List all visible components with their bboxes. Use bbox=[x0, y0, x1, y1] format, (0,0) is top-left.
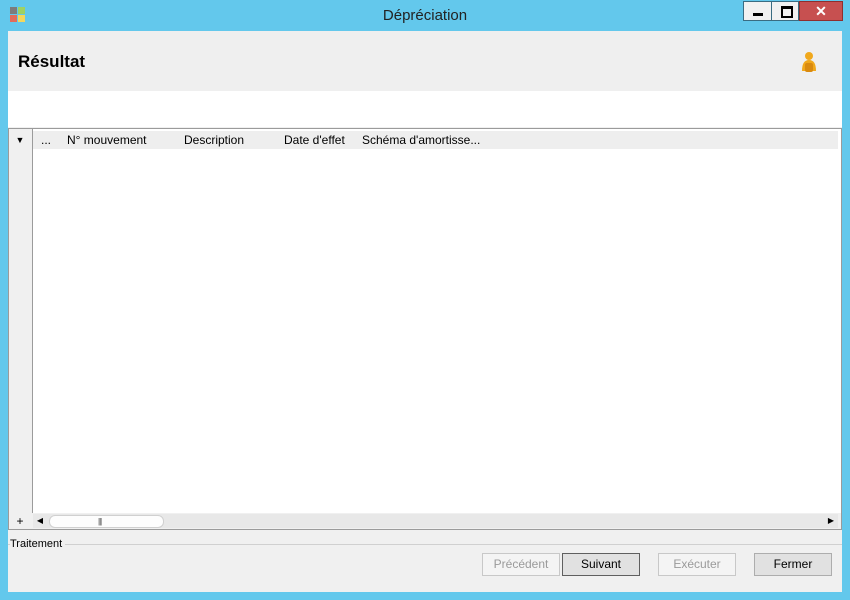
horizontal-scrollbar[interactable]: ◀ ||| ▶ bbox=[33, 514, 838, 528]
scroll-right-button[interactable]: ▶ bbox=[824, 514, 838, 528]
next-button[interactable]: Suivant bbox=[562, 553, 640, 576]
title-bar[interactable]: Dépréciation ✕ bbox=[0, 0, 850, 31]
close-icon: ✕ bbox=[815, 3, 827, 19]
minimize-icon bbox=[753, 13, 763, 16]
application-window: Dépréciation ✕ Résultat ▼ ... N° mouveme… bbox=[0, 0, 850, 600]
dropdown-triangle-icon: ▼ bbox=[15, 135, 25, 145]
group-divider bbox=[8, 544, 842, 545]
execute-button[interactable]: Exécuter bbox=[658, 553, 736, 576]
column-header-depreciation-schema[interactable]: Schéma d'amortisse... bbox=[362, 131, 480, 149]
column-header-movement-number[interactable]: N° mouvement bbox=[67, 131, 147, 149]
column-header-description[interactable]: Description bbox=[184, 131, 244, 149]
maximize-button[interactable] bbox=[771, 1, 799, 21]
window-title: Dépréciation bbox=[382, 7, 468, 24]
add-row-button[interactable]: + bbox=[10, 513, 30, 529]
group-label: Traitement bbox=[10, 538, 66, 551]
arrow-left-icon: ◀ bbox=[36, 516, 44, 525]
result-grid[interactable]: ▼ ... N° mouvement Description Date d'ef… bbox=[8, 128, 842, 530]
column-chooser-button[interactable]: ▼ bbox=[10, 132, 30, 148]
column-header-more[interactable]: ... bbox=[41, 131, 51, 149]
close-button[interactable]: Fermer bbox=[754, 553, 832, 576]
arrow-right-icon: ▶ bbox=[827, 516, 835, 525]
plus-icon: + bbox=[16, 514, 24, 528]
close-window-button[interactable]: ✕ bbox=[799, 1, 843, 21]
dialog-client-area: Résultat ▼ ... N° mouvement Description … bbox=[8, 31, 842, 592]
header-panel: Résultat bbox=[8, 31, 842, 91]
grid-row-header-column: ▼ bbox=[9, 129, 33, 529]
info-band bbox=[8, 91, 842, 127]
page-title: Résultat bbox=[18, 52, 86, 71]
scrollbar-thumb[interactable]: ||| bbox=[49, 515, 164, 528]
grid-column-header: ... N° mouvement Description Date d'effe… bbox=[33, 131, 838, 149]
grid-footer: + ◀ ||| ▶ bbox=[9, 513, 841, 529]
minimize-button[interactable] bbox=[743, 1, 772, 21]
grip-icon: ||| bbox=[98, 517, 102, 526]
processing-group: Traitement Précédent Suivant Exécuter Fe… bbox=[8, 538, 842, 592]
scroll-left-button[interactable]: ◀ bbox=[33, 514, 47, 528]
grid-body[interactable] bbox=[33, 149, 838, 512]
previous-button[interactable]: Précédent bbox=[482, 553, 560, 576]
maximize-icon bbox=[781, 6, 793, 18]
user-icon bbox=[802, 52, 816, 72]
column-header-effective-date[interactable]: Date d'effet bbox=[284, 131, 345, 149]
